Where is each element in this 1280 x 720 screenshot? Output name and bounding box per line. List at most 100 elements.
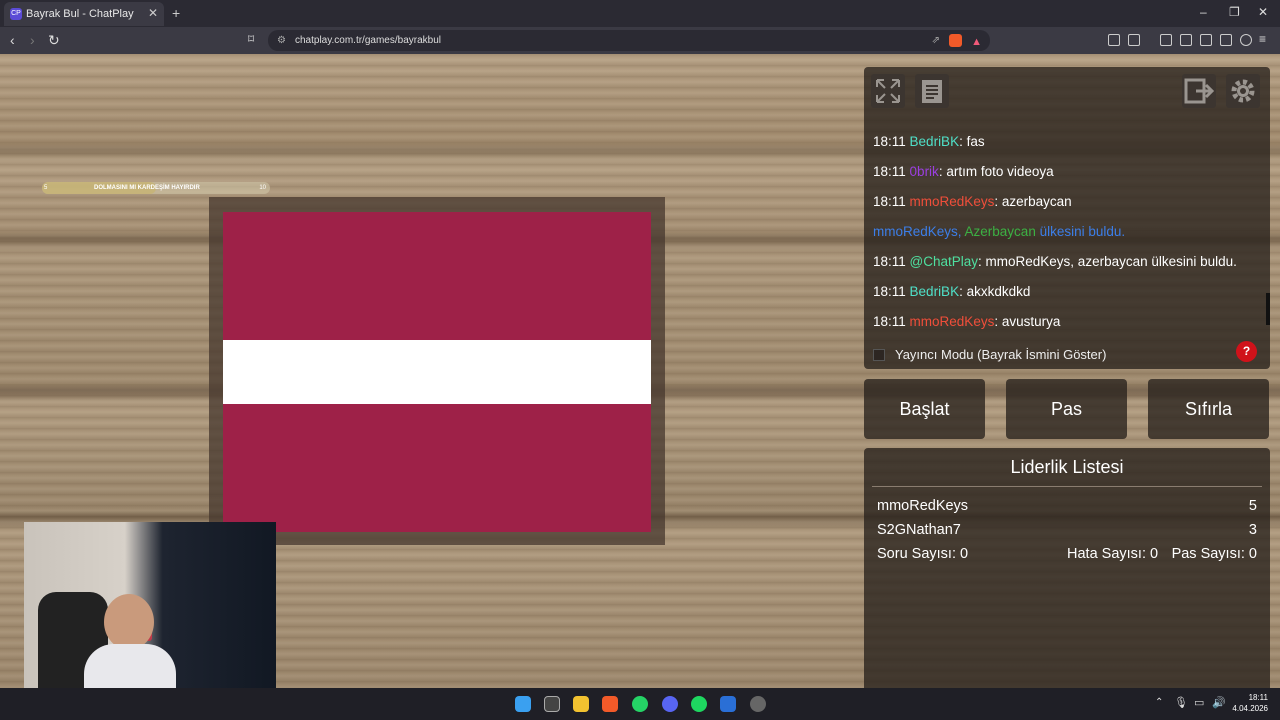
share-icon[interactable]: ⇗ <box>932 30 940 51</box>
volume-icon[interactable]: 🔊 <box>1212 696 1226 709</box>
player-name: mmoRedKeys <box>877 498 969 514</box>
message-user[interactable]: mmoRedKeys <box>910 194 995 209</box>
notes-button[interactable] <box>915 74 949 108</box>
site-info-icon[interactable]: ⚙ <box>277 30 286 51</box>
extensions-icon[interactable] <box>1108 34 1120 46</box>
error-count: Hata Sayısı: 0 <box>1067 546 1159 562</box>
restore-icon[interactable]: ❐ <box>1229 5 1240 19</box>
message-user[interactable]: 0brik <box>910 164 939 179</box>
settings-button[interactable] <box>1226 74 1260 108</box>
chat-message: 18:11 BedriBK: akxkdkdkd <box>873 284 1030 299</box>
wallet-icon[interactable] <box>1128 34 1140 46</box>
progress-start-label: 5 <box>44 185 48 191</box>
tab-bar: CP Bayrak Bul - ChatPlay ✕ + – ❐ ✕ <box>0 0 1280 27</box>
vpn-icon[interactable] <box>1240 34 1252 46</box>
message-text: Azerbaycan <box>961 224 1036 239</box>
forward-icon[interactable]: › <box>30 32 35 48</box>
steam-icon[interactable] <box>750 696 766 712</box>
pass-button[interactable]: Pas <box>1006 379 1127 439</box>
display-icon[interactable]: ▭ <box>1194 696 1204 709</box>
streamer-face <box>104 594 154 650</box>
message-text: : artım foto videoya <box>938 164 1054 179</box>
message-time: 18:11 <box>873 254 906 269</box>
close-window-icon[interactable]: ✕ <box>1258 5 1268 19</box>
brave-rewards-icon[interactable]: ▲ <box>971 32 982 53</box>
leaderboard-panel: Liderlik Listesi mmoRedKeys 5 S2GNathan7… <box>864 448 1270 688</box>
tray-overflow-icon[interactable]: ⌃ <box>1155 697 1163 708</box>
new-tab-icon[interactable]: + <box>172 5 180 21</box>
windows-start-icon[interactable] <box>515 696 531 712</box>
game-page: 5 DOLMASINI MI KARDEŞİM HAYIRDIR 10 18:1… <box>0 54 1280 688</box>
flag-stripe <box>223 212 651 340</box>
media-icon[interactable] <box>1160 34 1172 46</box>
url-field[interactable]: chatplay.com.tr/games/bayrakbul ⚙ ⇗ ▲ <box>268 30 990 51</box>
message-user[interactable]: BedriBK <box>910 134 960 149</box>
minimize-icon[interactable]: – <box>1200 5 1207 19</box>
chat-scrollbar[interactable] <box>1266 293 1270 325</box>
message-user[interactable]: @ChatPlay <box>910 254 978 269</box>
chatplay-favicon-icon: CP <box>10 8 22 20</box>
streamer-mode-option[interactable]: Yayıncı Modu (Bayrak İsmini Göster) <box>873 347 1106 362</box>
close-tab-icon[interactable]: ✕ <box>148 6 158 20</box>
message-user[interactable]: BedriBK <box>910 284 960 299</box>
stats-row: Soru Sayısı: 0 Hata Sayısı: 0 Pas Sayısı… <box>877 546 1257 562</box>
leo-icon[interactable] <box>1220 34 1232 46</box>
pass-count: Pas Sayısı: 0 <box>1171 546 1257 562</box>
leaderboard-divider <box>872 486 1262 487</box>
help-button[interactable]: ? <box>1236 341 1257 362</box>
bookmark-icon[interactable]: ⌑ <box>248 32 254 46</box>
chat-message: 18:11 @ChatPlay: mmoRedKeys, azerbaycan … <box>873 254 1237 269</box>
message-time: 18:11 <box>873 284 906 299</box>
progress-end-label: 10 <box>259 185 266 191</box>
message-user[interactable]: mmoRedKeys, <box>873 224 962 239</box>
progress-text: DOLMASINI MI KARDEŞİM HAYIRDIR <box>94 185 200 191</box>
tab-title: Bayrak Bul - ChatPlay <box>26 8 134 20</box>
message-time: 18:11 <box>873 134 906 149</box>
message-text-suffix: ülkesini buldu. <box>1035 224 1126 239</box>
brave-browser-icon[interactable] <box>602 696 618 712</box>
reset-button[interactable]: Sıfırla <box>1148 379 1269 439</box>
logout-button[interactable] <box>1182 74 1216 108</box>
url-text: chatplay.com.tr/games/bayrakbul <box>295 35 441 46</box>
flag-stripe <box>223 340 651 404</box>
crypto-wallet-icon[interactable] <box>1200 34 1212 46</box>
taskbar: ⌃ 🎙 ▭ 🔊 18:11 4.04.2026 <box>0 688 1280 720</box>
player-score: 5 <box>1248 498 1257 514</box>
brave-shield-icon[interactable] <box>949 34 962 47</box>
message-text: : akxkdkdkd <box>959 284 1031 299</box>
message-text: : mmoRedKeys, azerbaycan ülkesini buldu. <box>978 254 1237 269</box>
reload-icon[interactable]: ↻ <box>48 32 60 49</box>
network-app-icon[interactable] <box>720 696 736 712</box>
flag-image <box>223 212 651 532</box>
flag-stripe <box>223 404 651 532</box>
microphone-icon[interactable]: 🎙 <box>1174 696 1188 709</box>
chat-message: 18:11 mmoRedKeys: avusturya <box>873 314 1060 329</box>
system-clock[interactable]: 18:11 4.04.2026 <box>1232 692 1268 714</box>
round-progress-bar: 5 DOLMASINI MI KARDEŞİM HAYIRDIR 10 <box>42 182 270 194</box>
chat-message: 18:11 BedriBK: fas <box>873 134 985 149</box>
exit-icon <box>1184 78 1214 104</box>
system-message: mmoRedKeys, Azerbaycan ülkesini buldu. <box>873 224 1125 239</box>
message-time: 18:11 <box>873 194 906 209</box>
streamer-mode-label: Yayıncı Modu (Bayrak İsmini Göster) <box>895 347 1107 362</box>
leaderboard-row: S2GNathan7 3 <box>877 522 1257 538</box>
spotify-icon[interactable] <box>691 696 707 712</box>
streamer-mode-checkbox[interactable] <box>873 348 885 361</box>
chat-message: 18:11 0brik: artım foto videoya <box>873 164 1054 179</box>
fullscreen-button[interactable] <box>871 74 905 108</box>
message-text: : fas <box>959 134 985 149</box>
back-icon[interactable]: ‹ <box>10 32 15 48</box>
file-explorer-icon[interactable] <box>573 696 589 712</box>
whatsapp-icon[interactable] <box>632 696 648 712</box>
player-name: S2GNathan7 <box>877 522 961 538</box>
message-user[interactable]: mmoRedKeys <box>910 314 995 329</box>
tab-bayrak-bul[interactable]: CP Bayrak Bul - ChatPlay ✕ <box>4 2 164 26</box>
clock-date: 4.04.2026 <box>1232 704 1268 713</box>
menu-icon[interactable]: ≡ <box>1259 32 1266 46</box>
capcut-icon[interactable] <box>544 696 560 712</box>
sidebar-icon[interactable] <box>1180 34 1192 46</box>
message-text: : avusturya <box>994 314 1061 329</box>
fullscreen-icon <box>876 79 900 103</box>
discord-icon[interactable] <box>662 696 678 712</box>
start-button[interactable]: Başlat <box>864 379 985 439</box>
